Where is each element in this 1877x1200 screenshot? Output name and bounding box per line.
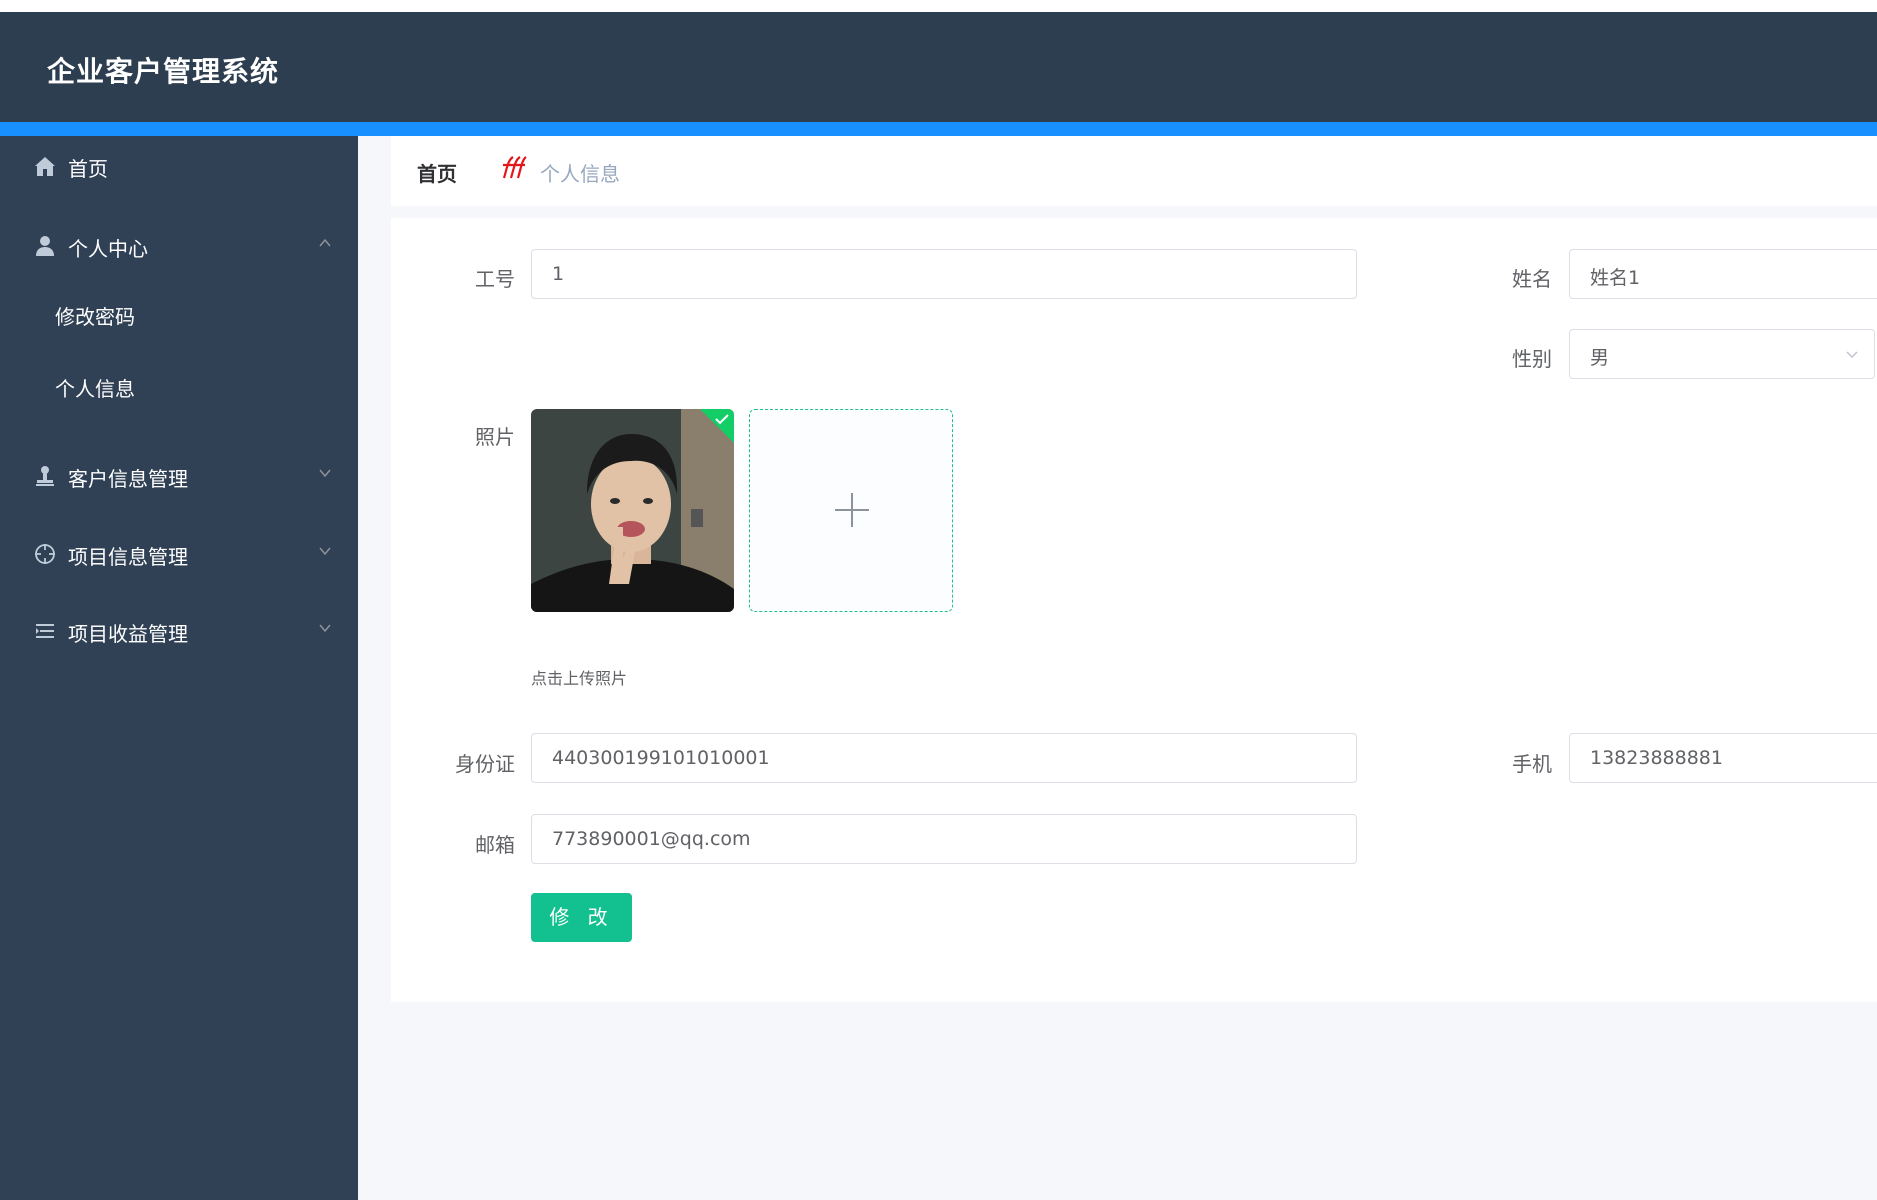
upload-tip: 点击上传照片 <box>531 669 628 688</box>
fff-separator-icon <box>502 156 527 179</box>
phone-value: 13823888881 <box>1590 747 1723 769</box>
gender-select[interactable]: 男 <box>1569 329 1875 379</box>
name-value: 姓名1 <box>1590 267 1641 289</box>
submit-button[interactable]: 修 改 <box>531 893 632 942</box>
job-no-input[interactable]: 1 <box>531 249 1357 299</box>
gender-value: 男 <box>1590 347 1610 369</box>
check-icon <box>715 414 729 425</box>
sidebar-item-customer-management[interactable]: 客户信息管理 <box>0 446 358 506</box>
app-title: 企业客户管理系统 <box>47 55 280 88</box>
sidebar-subitem-label: 修改密码 <box>55 305 135 329</box>
sidebar-item-label: 个人中心 <box>68 237 148 261</box>
sidebar-item-label: 项目信息管理 <box>68 545 188 569</box>
email-input[interactable]: 773890001@qq.com <box>531 814 1357 864</box>
email-label: 邮箱 <box>475 833 515 857</box>
stamp-icon <box>36 466 54 486</box>
sidebar: 首页 个人中心 修改密码 个人信息 客户信息管理 项目信息管理 项目收益管理 <box>0 136 358 1200</box>
id-card-input[interactable]: 440300199101010001 <box>531 733 1357 783</box>
sidebar-item-project-management[interactable]: 项目信息管理 <box>0 524 358 584</box>
phone-input[interactable]: 13823888881 <box>1569 733 1877 783</box>
crosshair-icon <box>35 544 55 564</box>
chevron-down-icon <box>319 624 331 633</box>
photo-label: 照片 <box>475 425 515 449</box>
email-value: 773890001@qq.com <box>552 828 751 850</box>
sidebar-item-label: 项目收益管理 <box>68 622 188 646</box>
header-accent-bar <box>0 122 1877 136</box>
breadcrumb-current: 个人信息 <box>540 162 620 186</box>
job-no-label: 工号 <box>475 267 515 291</box>
main-content: 首页 个人信息 工号 1 姓名 姓名1 性别 男 照片 点击上传照片 身份证 4… <box>358 136 1877 1200</box>
profile-photo[interactable] <box>531 409 734 612</box>
id-card-label: 身份证 <box>455 752 515 776</box>
sidebar-item-revenue-management[interactable]: 项目收益管理 <box>0 601 358 661</box>
name-input[interactable]: 姓名1 <box>1569 249 1877 299</box>
sidebar-subitem-label: 个人信息 <box>55 377 135 401</box>
sidebar-item-home[interactable]: 首页 <box>0 136 358 196</box>
chevron-down-icon <box>319 469 331 478</box>
breadcrumb: 首页 个人信息 <box>391 136 1877 206</box>
home-icon <box>35 157 55 176</box>
photo-upload-button[interactable] <box>749 409 953 612</box>
name-label: 姓名 <box>1512 267 1552 291</box>
breadcrumb-home[interactable]: 首页 <box>417 158 457 187</box>
sidebar-item-label: 首页 <box>68 157 108 181</box>
id-card-value: 440300199101010001 <box>552 747 770 769</box>
job-no-value: 1 <box>552 263 565 285</box>
sidebar-item-label: 客户信息管理 <box>68 467 188 491</box>
sidebar-subitem-change-password[interactable]: 修改密码 <box>0 286 358 342</box>
top-header: 企业客户管理系统 <box>0 12 1877 122</box>
gender-label: 性别 <box>1512 347 1552 371</box>
user-icon <box>36 236 54 256</box>
personal-info-form: 工号 1 姓名 姓名1 性别 男 照片 点击上传照片 身份证 440300199… <box>391 218 1877 1002</box>
chevron-up-icon <box>319 238 331 247</box>
chevron-down-icon <box>319 547 331 556</box>
sidebar-subitem-personal-info[interactable]: 个人信息 <box>0 358 358 414</box>
list-icon <box>36 624 54 638</box>
sidebar-item-personal-center[interactable]: 个人中心 <box>0 216 358 276</box>
chevron-down-icon <box>1846 351 1858 359</box>
phone-label: 手机 <box>1512 752 1552 776</box>
